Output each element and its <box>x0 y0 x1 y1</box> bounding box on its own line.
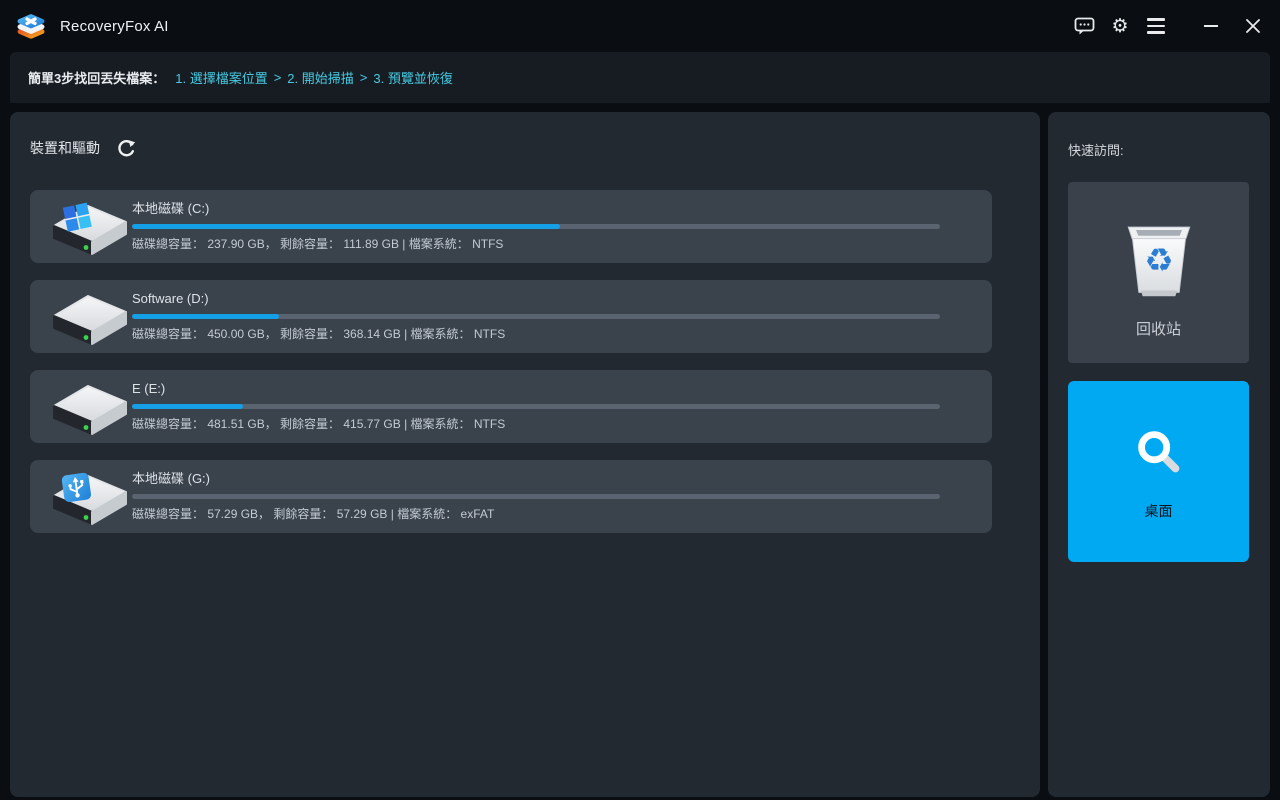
svg-text:♻: ♻ <box>1144 241 1173 279</box>
drive-info: 磁碟總容量： 237.90 GB， 剩餘容量： 111.89 GB | 檔案系統… <box>132 237 940 252</box>
app-logo-icon <box>12 7 50 45</box>
drive-name: 本地磁碟 (G:) <box>132 471 940 487</box>
close-icon[interactable] <box>1232 0 1274 52</box>
drive-usage-bar <box>132 494 940 499</box>
drive-usage-bar <box>132 314 940 319</box>
hard-drive-icon <box>48 376 132 438</box>
titlebar-spacer <box>1174 26 1190 27</box>
drive-info: 磁碟總容量： 481.51 GB， 剩餘容量： 415.77 GB | 檔案系統… <box>132 417 940 432</box>
step-separator: > <box>360 70 368 85</box>
drive-name: 本地磁碟 (C:) <box>132 201 940 217</box>
drive-usage-fill <box>132 224 560 229</box>
titlebar-actions: ⚙ <box>1066 0 1274 52</box>
drive-list: 本地磁碟 (C:) 磁碟總容量： 237.90 GB， 剩餘容量： 111.89… <box>30 190 992 550</box>
titlebar: RecoveryFox AI ⚙ <box>0 0 1280 52</box>
drive-name: E (E:) <box>132 381 940 397</box>
quick-access-title: 快速訪問: <box>1068 140 1124 159</box>
usb-drive-icon <box>48 466 132 528</box>
search-magnifier-icon <box>1128 423 1190 485</box>
drive-usage-fill <box>132 314 279 319</box>
quick-access-panel: 快速訪問: ♻ 回收站 桌面 <box>1048 112 1270 797</box>
windows-drive-icon <box>48 196 132 258</box>
step-preview-recover[interactable]: 3. 預覽並恢復 <box>373 68 452 87</box>
step-select-location[interactable]: 1. 選擇檔案位置 <box>175 68 267 87</box>
devices-section-header: 裝置和驅動 <box>30 138 136 158</box>
quick-access-desktop[interactable]: 桌面 <box>1068 381 1249 562</box>
drive-card-g[interactable]: 本地磁碟 (G:) 磁碟總容量： 57.29 GB， 剩餘容量： 57.29 G… <box>30 460 992 533</box>
steps-bar: 簡單3步找回丟失檔案： 1. 選擇檔案位置 > 2. 開始掃描 > 3. 預覽並… <box>10 52 1270 103</box>
drive-card-d[interactable]: Software (D:) 磁碟總容量： 450.00 GB， 剩餘容量： 36… <box>30 280 992 353</box>
step-start-scan[interactable]: 2. 開始掃描 <box>287 68 353 87</box>
hamburger-menu-icon[interactable] <box>1138 0 1174 52</box>
drive-card-body: Software (D:) 磁碟總容量： 450.00 GB， 剩餘容量： 36… <box>132 291 940 342</box>
drive-card-c[interactable]: 本地磁碟 (C:) 磁碟總容量： 237.90 GB， 剩餘容量： 111.89… <box>30 190 992 263</box>
steps-prefix: 簡單3步找回丟失檔案： <box>28 68 165 87</box>
hard-drive-icon <box>48 286 132 348</box>
feedback-chat-icon[interactable] <box>1066 0 1102 52</box>
drive-usage-bar <box>132 224 940 229</box>
minimize-icon[interactable] <box>1190 0 1232 52</box>
drive-card-body: E (E:) 磁碟總容量： 481.51 GB， 剩餘容量： 415.77 GB… <box>132 381 940 432</box>
refresh-icon[interactable] <box>116 138 136 158</box>
app-title: RecoveryFox AI <box>60 18 169 35</box>
drive-card-body: 本地磁碟 (C:) 磁碟總容量： 237.90 GB， 剩餘容量： 111.89… <box>132 201 940 252</box>
recycle-bin-icon: ♻ <box>1111 206 1207 302</box>
drive-card-e[interactable]: E (E:) 磁碟總容量： 481.51 GB， 剩餘容量： 415.77 GB… <box>30 370 992 443</box>
steps-links: 1. 選擇檔案位置 > 2. 開始掃描 > 3. 預覽並恢復 <box>175 68 453 87</box>
drive-usage-fill <box>132 404 243 409</box>
step-separator: > <box>274 70 282 85</box>
drive-info: 磁碟總容量： 57.29 GB， 剩餘容量： 57.29 GB | 檔案系統： … <box>132 507 940 522</box>
recycle-bin-label: 回收站 <box>1136 318 1181 339</box>
desktop-label: 桌面 <box>1145 501 1173 521</box>
devices-section-title: 裝置和驅動 <box>30 138 100 158</box>
settings-gear-icon[interactable]: ⚙ <box>1102 0 1138 52</box>
devices-panel: 裝置和驅動 本地 <box>10 112 1040 797</box>
drive-info: 磁碟總容量： 450.00 GB， 剩餘容量： 368.14 GB | 檔案系統… <box>132 327 940 342</box>
drive-card-body: 本地磁碟 (G:) 磁碟總容量： 57.29 GB， 剩餘容量： 57.29 G… <box>132 471 940 522</box>
quick-access-recycle-bin[interactable]: ♻ 回收站 <box>1068 182 1249 363</box>
drive-name: Software (D:) <box>132 291 940 307</box>
drive-usage-bar <box>132 404 940 409</box>
